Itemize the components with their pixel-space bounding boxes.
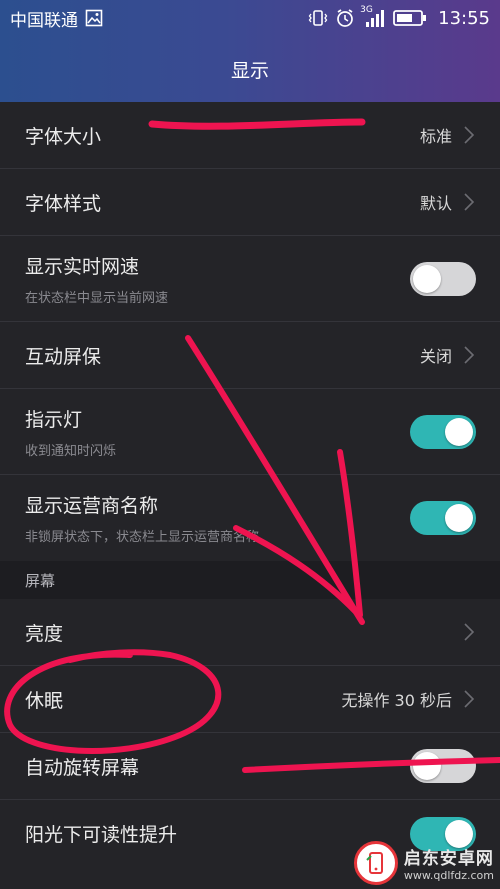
setting-title: 字体大小 <box>25 125 102 148</box>
section-header-screen: 屏幕 <box>0 561 500 599</box>
image-notification-icon <box>85 9 103 27</box>
watermark-logo-icon <box>353 841 398 885</box>
watermark: 启东安卓网 www.qdlfdz.com <box>353 841 494 885</box>
clock: 13:55 <box>438 7 490 29</box>
chevron-right-icon <box>464 126 475 144</box>
setting-title: 显示实时网速 <box>25 255 140 278</box>
setting-indicator-light: 指示灯 收到通知时闪烁 <box>0 389 500 475</box>
toggle-knob <box>413 752 441 780</box>
page-title: 显示 <box>230 59 269 82</box>
setting-realtime-speed: 显示实时网速 在状态栏中显示当前网速 <box>0 236 500 322</box>
section-label: 屏幕 <box>25 571 56 590</box>
setting-title: 指示灯 <box>25 408 83 431</box>
settings-list: 字体大小 标准 字体样式 默认 显示实时网速 在状态栏中显示当前网速 互动屏保 … <box>0 102 500 867</box>
setting-font-size[interactable]: 字体大小 标准 <box>0 102 500 169</box>
toggle-knob <box>445 417 473 446</box>
setting-title: 显示运营商名称 <box>25 495 159 517</box>
title-bar: 显示 <box>0 36 500 102</box>
chevron-right-icon <box>464 690 475 708</box>
setting-brightness[interactable]: 亮度 <box>0 599 500 666</box>
alarm-icon <box>335 8 355 28</box>
vibrate-icon <box>308 8 328 28</box>
setting-title: 字体样式 <box>25 192 102 215</box>
network-type: 3G <box>360 5 373 15</box>
setting-value: 关闭 <box>419 347 452 366</box>
battery-icon <box>393 9 427 27</box>
status-bar: 中国联通 3G 13:55 <box>0 0 500 36</box>
setting-font-style[interactable]: 字体样式 默认 <box>0 169 500 236</box>
carrier-name: 中国联通 <box>10 10 78 31</box>
toggle-knob <box>445 504 473 532</box>
setting-subtitle: 收到通知时闪烁 <box>25 443 117 459</box>
chevron-right-icon <box>464 623 475 641</box>
setting-value: 默认 <box>419 194 452 213</box>
signal-icon: 3G <box>360 5 386 28</box>
auto-rotate-toggle[interactable] <box>410 749 476 783</box>
setting-title: 阳光下可读性提升 <box>25 824 178 846</box>
chevron-right-icon <box>464 346 475 364</box>
setting-auto-rotate: 自动旋转屏幕 <box>0 733 500 800</box>
setting-carrier-name: 显示运营商名称 非锁屏状态下，状态栏上显示运营商名称 <box>0 475 500 561</box>
setting-title: 休眠 <box>25 689 64 712</box>
setting-title: 互动屏保 <box>25 345 102 368</box>
setting-sleep[interactable]: 休眠 无操作 30 秒后 <box>0 666 500 733</box>
setting-screensaver[interactable]: 互动屏保 关闭 <box>0 322 500 389</box>
setting-subtitle: 非锁屏状态下，状态栏上显示运营商名称 <box>25 530 260 545</box>
setting-title: 亮度 <box>25 622 64 645</box>
setting-value: 标准 <box>419 127 452 146</box>
chevron-right-icon <box>464 193 475 211</box>
realtime-speed-toggle[interactable] <box>410 261 476 296</box>
setting-title: 自动旋转屏幕 <box>25 756 140 779</box>
watermark-title: 启东安卓网 <box>403 849 494 869</box>
toggle-knob <box>413 264 441 293</box>
watermark-url: www.qdlfdz.com <box>403 869 494 882</box>
indicator-light-toggle[interactable] <box>410 414 476 449</box>
carrier-name-toggle[interactable] <box>410 501 476 535</box>
setting-value: 无操作 30 秒后 <box>341 691 452 710</box>
setting-subtitle: 在状态栏中显示当前网速 <box>25 290 169 306</box>
